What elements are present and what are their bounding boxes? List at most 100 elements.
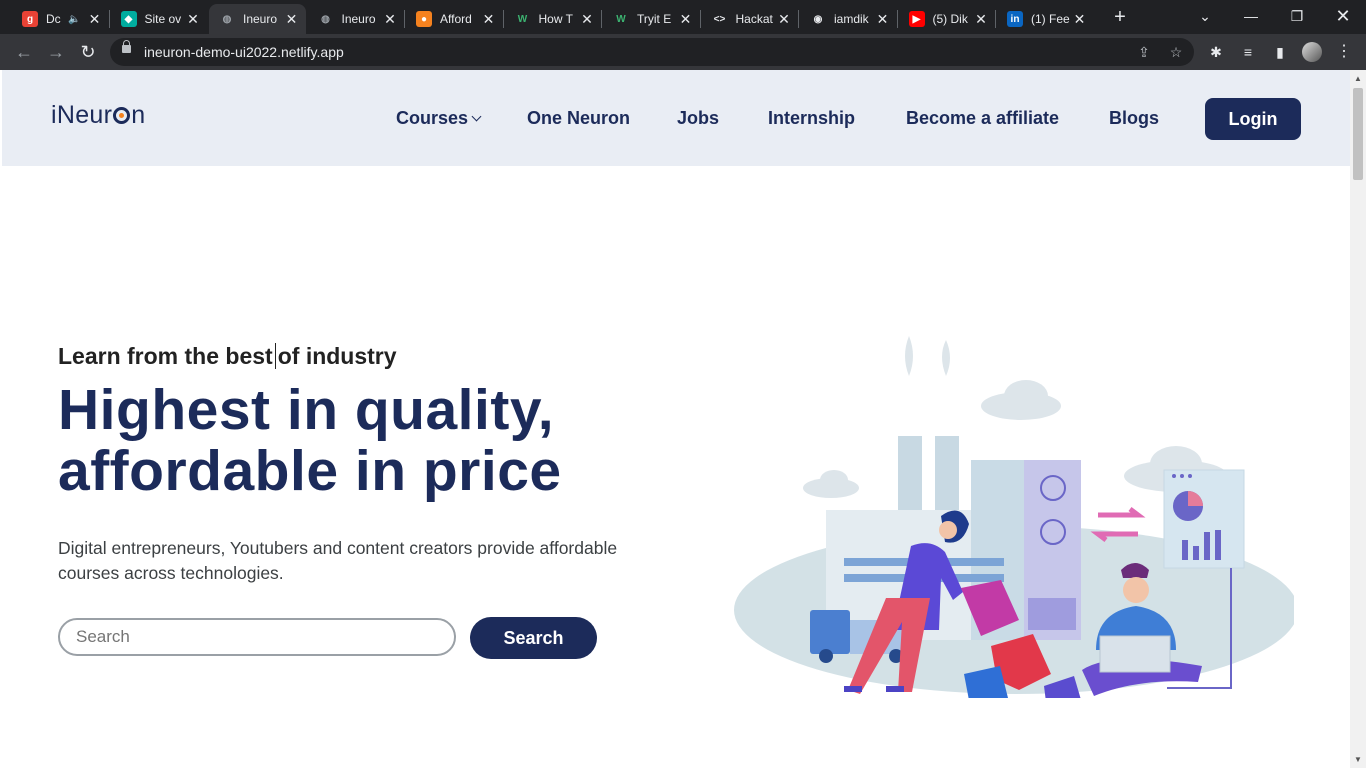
nav-courses-label: Courses [396,108,469,128]
chevron-down-icon [471,111,482,122]
side-panel-icon[interactable]: ▮ [1270,42,1290,62]
menu-kebab-icon[interactable]: ⋮ [1334,42,1354,62]
close-tab-icon[interactable]: ✕ [1072,11,1088,27]
tab-separator [798,10,799,28]
scrollbar-thumb[interactable] [1353,88,1363,180]
scroll-up-icon[interactable]: ▲ [1354,74,1362,83]
globe-icon: ◍ [321,13,330,25]
logo-text-end: n [131,101,146,129]
extensions-puzzle-icon[interactable]: ✱ [1206,42,1226,62]
browser-tab-title: Site ov [144,12,182,26]
truck-wheel [819,649,833,663]
minimize-icon[interactable]: — [1228,0,1274,32]
nav-blogs[interactable]: Blogs [1109,108,1159,129]
forward-arrow-icon[interactable]: → [44,40,68,64]
w-icon: W [616,13,626,25]
close-tab-icon[interactable]: ✕ [875,11,891,27]
login-button[interactable]: Login [1205,98,1301,140]
bookmark-star-icon[interactable]: ☆ [1166,42,1186,62]
browser-toolbar: ← → ↻ ineuron-demo-ui2022.netlify.app ⇪ … [0,34,1366,70]
media-queue-icon[interactable]: ≡ [1238,42,1258,62]
ineuron-logo[interactable]: iNeur n [51,101,145,130]
share-icon[interactable]: ⇪ [1134,42,1154,62]
tagline-part-2: of industry [277,343,397,369]
hero-headline: Highest in quality, affordable in price [58,380,562,502]
nav-one-neuron[interactable]: One Neuron [527,108,630,129]
browser-tab[interactable]: ▶ (5) Dik ✕ [899,4,996,34]
globe-icon: ◍ [222,13,232,25]
reload-icon[interactable]: ↻ [76,40,100,64]
browser-tab[interactable]: ◍ Ineuro ✕ [209,4,306,34]
factory-chimneys [898,336,959,536]
browser-tab[interactable]: <> Hackat ✕ [702,4,799,34]
page-scrollbar[interactable]: ▲ ▼ [1350,70,1366,768]
close-tab-icon[interactable]: ✕ [87,11,103,27]
new-tab-button[interactable]: + [1109,6,1131,28]
search-input[interactable] [58,618,456,656]
linkedin-icon: in [1007,11,1023,27]
tab-separator [108,10,110,28]
nav-internship[interactable]: Internship [768,108,855,129]
browser-tab-title: Ineuro [243,12,278,26]
back-arrow-icon[interactable]: ← [12,40,36,64]
laptop-icon [1099,635,1171,673]
close-tab-icon[interactable]: ✕ [579,11,595,27]
restore-icon[interactable]: ❐ [1274,0,1320,32]
audio-playing-icon[interactable]: 🔈 [68,14,80,25]
sync-arrows-icon [1090,507,1146,542]
building-vent [1028,598,1076,630]
browser-tab-title: (5) Dik [932,12,968,26]
browser-tab-title: Hackat [735,12,773,26]
g-icon: g [22,11,38,27]
profile-avatar[interactable] [1302,42,1322,62]
web-page: iNeur n Courses One Neuron Jobs Internshi… [2,70,1350,768]
close-tab-icon[interactable]: ✕ [284,11,300,27]
browser-tab[interactable]: ◍ Ineuro ✕ [308,4,405,34]
hero-illustration [734,336,1294,698]
browser-tab[interactable]: ◉ iamdik ✕ [800,4,897,34]
nav-affiliate[interactable]: Become a affiliate [906,108,1059,129]
browser-tab[interactable]: W How T ✕ [505,4,602,34]
dashboard-dots [1172,474,1192,478]
close-tab-icon[interactable]: ✕ [678,11,694,27]
browser-tab[interactable]: W Tryit E ✕ [603,4,700,34]
close-tab-icon[interactable]: ✕ [776,11,792,27]
tab-separator [699,10,701,28]
browser-tab[interactable]: ● Afford ✕ [406,4,503,34]
tab-search-icon[interactable]: ⌄ [1182,0,1228,32]
browser-tab-title: Dc [46,12,61,26]
w-icon: W [517,13,528,25]
browser-tab-title: iamdik [834,12,869,26]
nav-jobs[interactable]: Jobs [677,108,719,129]
hero-headline-line-1: Highest in quality, [58,378,555,442]
hero-tagline: Learn from the best of industry [58,343,397,370]
scroll-down-icon[interactable]: ▼ [1354,755,1362,764]
close-tab-icon[interactable]: ✕ [382,11,398,27]
browser-tab[interactable]: in (1) Fee ✕ [997,4,1094,34]
youtube-icon: ▶ [908,11,925,27]
search-button[interactable]: Search [470,617,597,659]
nav-courses[interactable]: Courses [396,108,482,129]
truck-icon [810,610,850,654]
logo-text-start: iNeur [51,101,113,129]
logo-o-icon [113,107,131,124]
close-tab-icon[interactable]: ✕ [973,11,989,27]
tab-separator [404,10,405,28]
close-tab-icon[interactable]: ✕ [481,11,497,27]
close-window-icon[interactable]: ✕ [1320,0,1366,32]
code-icon: <> [713,13,726,25]
lock-icon[interactable] [122,40,131,53]
address-bar[interactable]: ineuron-demo-ui2022.netlify.app ⇪ ☆ [110,38,1194,66]
tab-separator [601,10,602,28]
browser-tab-title: (1) Fee [1031,12,1070,26]
tab-separator [995,10,996,28]
close-tab-icon[interactable]: ✕ [185,11,201,27]
hero-description: Digital entrepreneurs, Youtubers and con… [58,538,618,583]
browser-tab[interactable]: g Dc 🔈 ✕ [12,4,109,34]
url-text[interactable]: ineuron-demo-ui2022.netlify.app [144,44,344,60]
orange-dot-icon: ● [416,11,432,27]
github-icon: ◉ [813,13,823,25]
browser-tab[interactable]: ◆ Site ov ✕ [111,4,208,34]
hero-headline-line-2: affordable in price [58,439,562,503]
site-header: iNeur n Courses One Neuron Jobs Internshi… [2,70,1350,166]
